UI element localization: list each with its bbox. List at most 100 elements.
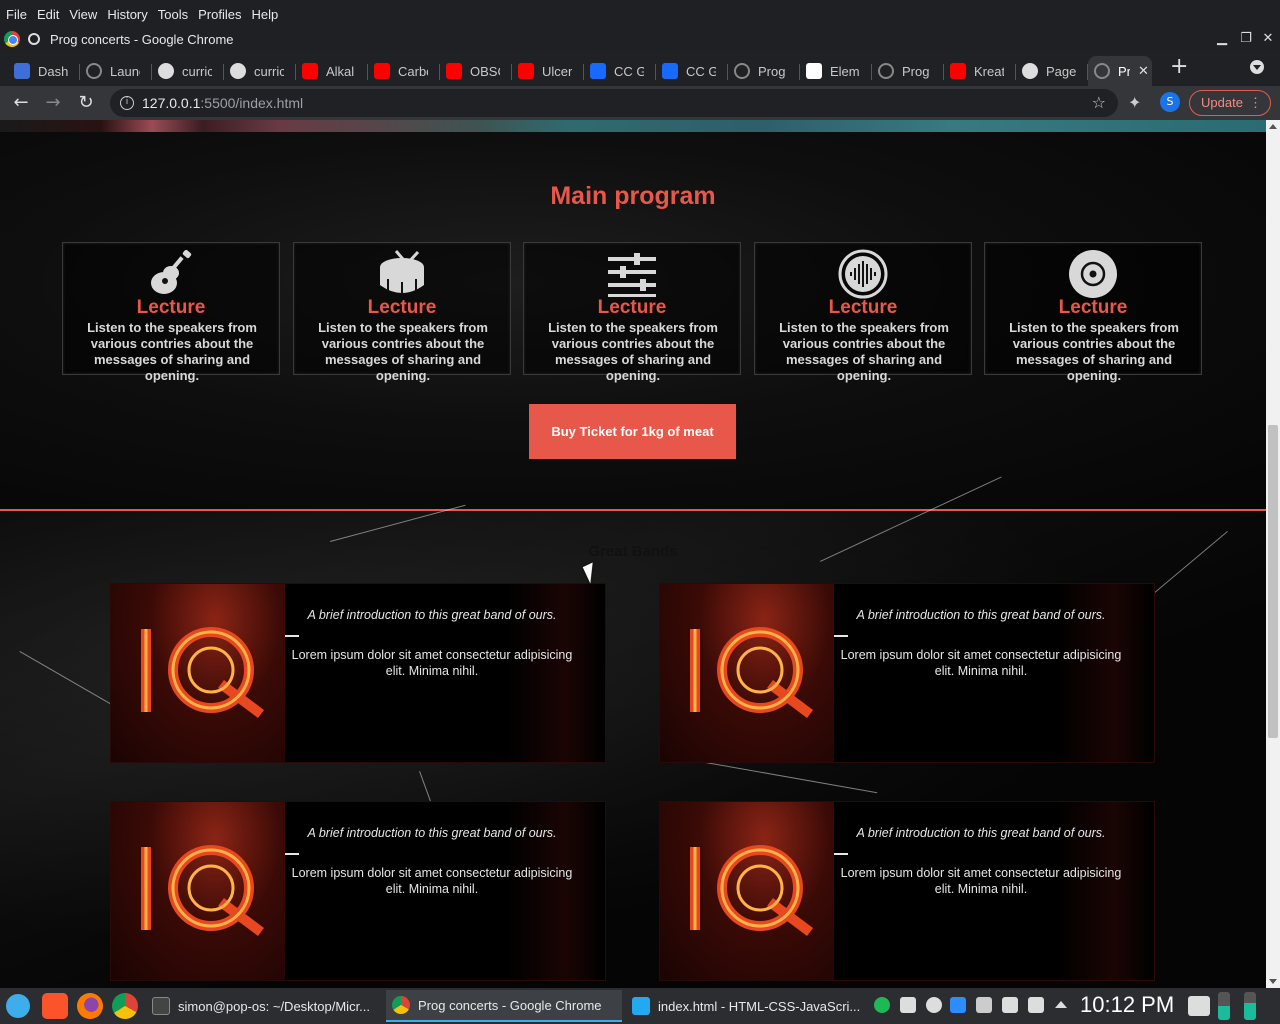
menu-file[interactable]: File: [6, 7, 35, 22]
band-text: Lorem ipsum dolor sit amet consectetur a…: [840, 648, 1122, 678]
tab-label: Prog: [758, 63, 786, 79]
band-logo: [660, 584, 834, 762]
tab-label: Launc: [110, 63, 140, 79]
pause-icon[interactable]: [900, 997, 916, 1013]
youtube-icon: [302, 63, 318, 79]
band-logo: [111, 802, 285, 980]
close-icon[interactable]: ✕: [1259, 30, 1277, 48]
buy-ticket-button[interactable]: Buy Ticket for 1kg of meat: [529, 404, 736, 459]
brave-browser-icon[interactable]: [42, 993, 68, 1019]
menu-history[interactable]: History: [107, 7, 155, 22]
pin-icon[interactable]: [28, 33, 40, 45]
guitar-icon: [151, 249, 192, 294]
desktop-icon[interactable]: [1188, 996, 1210, 1016]
program-card: Lecture Listen to the speakers from vari…: [754, 242, 972, 383]
tab-label: CC Gl: [614, 63, 644, 79]
back-icon[interactable]: ←: [10, 92, 32, 114]
tab-8[interactable]: CC Gl: [584, 56, 656, 86]
globe-icon: [878, 63, 894, 79]
url-text[interactable]: 127.0.0.1:5500/index.html: [142, 95, 303, 111]
tab-close-icon[interactable]: ✕: [1138, 64, 1149, 79]
vpn-icon[interactable]: [926, 997, 942, 1013]
reload-icon[interactable]: ↻: [75, 92, 97, 114]
tab-strip: Dashb Launc curric curric Alkal Carbo OBSC Ulce…: [0, 50, 1280, 86]
tab-2[interactable]: curric: [152, 56, 224, 86]
youtube-icon: [518, 63, 534, 79]
scroll-up-icon[interactable]: [1269, 124, 1277, 129]
display-icon[interactable]: [1028, 997, 1044, 1013]
tab-12[interactable]: Prog: [872, 56, 944, 86]
band-intro: A brief introduction to this great band …: [307, 608, 557, 622]
drum-icon: [380, 250, 424, 295]
task-terminal[interactable]: simon@pop-os: ~/Desktop/Micr...: [146, 990, 384, 1022]
forward-icon[interactable]: →: [42, 92, 64, 114]
profile-avatar[interactable]: S: [1160, 92, 1180, 112]
menu-help[interactable]: Help: [251, 7, 286, 22]
task-vscode[interactable]: index.html - HTML-CSS-JavaScri...: [626, 990, 862, 1022]
update-button[interactable]: Update ⋮: [1189, 90, 1271, 116]
tab-11[interactable]: Elem: [800, 56, 872, 86]
page-scrollbar[interactable]: [1266, 120, 1280, 988]
task-label: simon@pop-os: ~/Desktop/Micr...: [178, 998, 371, 1014]
volume-icon[interactable]: [1002, 997, 1018, 1013]
tab-0[interactable]: Dashb: [8, 56, 80, 86]
dashboard-icon: [14, 63, 30, 79]
menu-profiles[interactable]: Profiles: [198, 7, 249, 22]
maximize-icon[interactable]: ❐: [1237, 30, 1255, 48]
tab-13[interactable]: Kreat: [944, 56, 1016, 86]
iq-logo-icon: [690, 627, 813, 718]
band-logo: [111, 584, 285, 762]
card-text: Listen to the speakers from various cont…: [1009, 320, 1179, 383]
tab-15[interactable]: Pr ✕: [1088, 56, 1152, 86]
app-launcher-icon[interactable]: [6, 994, 30, 1018]
menu-view[interactable]: View: [69, 7, 105, 22]
tab-6[interactable]: OBSC: [440, 56, 512, 86]
card-text: Listen to the speakers from various cont…: [548, 320, 718, 383]
band-card: A brief introduction to this great band …: [110, 801, 606, 981]
tab-1[interactable]: Launc: [80, 56, 152, 86]
bookmark-star-icon[interactable]: ☆: [1092, 93, 1106, 112]
globe-icon: [86, 63, 102, 79]
great-bands-section: Great Bands A brief introduction to this…: [0, 476, 1266, 988]
tab-9[interactable]: CC Gl: [656, 56, 728, 86]
card-title: Lecture: [136, 297, 206, 318]
menu-tools[interactable]: Tools: [158, 7, 196, 22]
tab-14[interactable]: Page: [1016, 56, 1088, 86]
task-label: Prog concerts - Google Chrome: [418, 997, 602, 1013]
site-info-icon[interactable]: i: [120, 96, 134, 110]
chrome-launcher-icon[interactable]: [112, 993, 138, 1019]
os-taskbar: simon@pop-os: ~/Desktop/Micr... Prog con…: [0, 988, 1280, 1024]
tab-search-icon[interactable]: [1250, 60, 1264, 74]
notification-icon[interactable]: [874, 997, 890, 1013]
extensions-icon[interactable]: ✦: [1128, 93, 1141, 112]
tab-3[interactable]: curric: [224, 56, 296, 86]
scrollbar-thumb[interactable]: [1268, 425, 1278, 738]
iq-logo-icon: [690, 845, 813, 936]
clipboard-icon[interactable]: [976, 997, 992, 1013]
tab-label: Ulcer: [542, 63, 572, 79]
tab-10[interactable]: Prog: [728, 56, 800, 86]
github-icon: [1022, 63, 1038, 79]
firefox-icon[interactable]: [77, 993, 103, 1019]
zoom-icon[interactable]: [950, 997, 966, 1013]
card-text: Listen to the speakers from various cont…: [87, 320, 257, 383]
scroll-down-icon[interactable]: [1269, 979, 1277, 984]
tray-expand-icon[interactable]: [1055, 1001, 1067, 1008]
band-underline: [285, 635, 299, 637]
github-icon: [158, 63, 174, 79]
new-tab-button[interactable]: +: [1170, 56, 1188, 78]
minimize-icon[interactable]: ▁: [1213, 30, 1231, 48]
card-title: Lecture: [597, 297, 667, 318]
program-card: Lecture Listen to the speakers from vari…: [984, 242, 1202, 383]
band-underline: [834, 853, 848, 855]
tab-4[interactable]: Alkal: [296, 56, 368, 86]
address-bar[interactable]: i 127.0.0.1:5500/index.html ☆: [110, 89, 1118, 117]
crack-texture: [699, 761, 878, 794]
window-title: Prog concerts - Google Chrome: [50, 31, 234, 47]
task-chrome[interactable]: Prog concerts - Google Chrome: [386, 990, 622, 1022]
youtube-icon: [446, 63, 462, 79]
more-menu-icon[interactable]: ⋮: [1249, 91, 1262, 115]
tab-7[interactable]: Ulcer: [512, 56, 584, 86]
tab-5[interactable]: Carbo: [368, 56, 440, 86]
menu-edit[interactable]: Edit: [37, 7, 67, 22]
